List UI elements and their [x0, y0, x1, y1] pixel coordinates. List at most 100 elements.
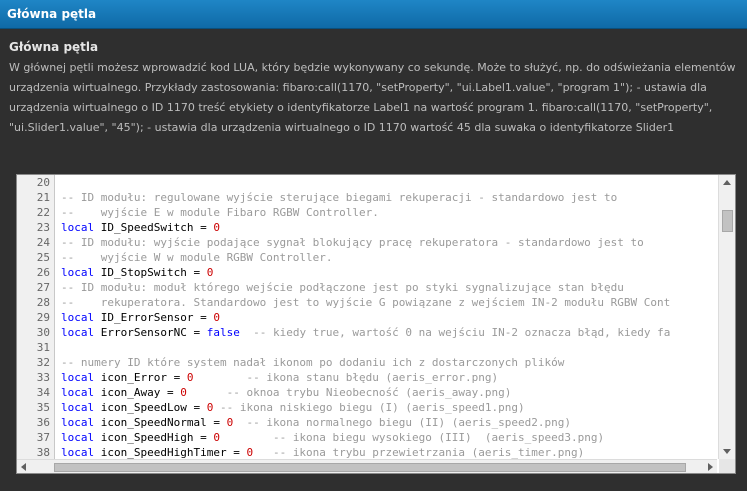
code-token: local [61, 371, 95, 384]
scrollbar-corner [719, 459, 735, 473]
line-number: 32 [36, 356, 50, 369]
code-token: local [61, 416, 95, 429]
code-token: ID_StopSwitch = [94, 266, 207, 279]
code-token: -- rekuperatora. Standardowo jest to wyj… [61, 296, 671, 309]
section-heading: Główna pętla [9, 40, 99, 54]
line-number: 21 [36, 191, 50, 204]
code-token: 0 [213, 221, 220, 234]
code-text[interactable]: local ID_SpeedSwitch = 0 [61, 220, 220, 235]
line-number: 25 [36, 251, 50, 264]
code-token: icon_SpeedHigh = [94, 431, 214, 444]
code-text[interactable]: local icon_SpeedHighTimer = 0 -- ikona t… [61, 445, 584, 459]
code-token: -- ikona trybu przewietrzania (aeris_tim… [253, 446, 585, 459]
scroll-right-arrow-icon[interactable] [708, 463, 713, 471]
code-line[interactable]: 34 local icon_Away = 0 -- oknoa trybu Nie… [17, 385, 717, 400]
line-number: 23 [36, 221, 50, 234]
code-line[interactable]: 35 local icon_SpeedLow = 0 -- ikona niski… [17, 400, 717, 415]
code-token: icon_Error = [94, 371, 187, 384]
line-number: 29 [36, 311, 50, 324]
code-line[interactable]: 30 local ErrorSensorNC = false -- kiedy t… [17, 325, 717, 340]
line-number: 30 [36, 326, 50, 339]
vertical-scrollbar[interactable] [718, 175, 735, 459]
code-text[interactable]: -- ID modułu: regulowane wyjście sterują… [61, 190, 617, 205]
code-text[interactable]: -- wyjście E w module Fibaro RGBW Contro… [61, 205, 379, 220]
code-token: -- wyjście E w module Fibaro RGBW Contro… [61, 206, 379, 219]
code-text[interactable]: local icon_SpeedLow = 0 -- ikona niskieg… [61, 400, 525, 415]
code-text[interactable]: local ID_ErrorSensor = 0 [61, 310, 220, 325]
scroll-down-arrow-icon[interactable] [723, 449, 731, 454]
code-text[interactable]: local ErrorSensorNC = false -- kiedy tru… [61, 325, 670, 340]
line-number: 28 [36, 296, 50, 309]
code-line[interactable]: 20 [17, 175, 717, 190]
code-token: local [61, 311, 95, 324]
line-number: 24 [36, 236, 50, 249]
code-line[interactable]: 22 -- wyjście E w module Fibaro RGBW Cont… [17, 205, 717, 220]
vertical-scroll-thumb[interactable] [722, 210, 733, 232]
code-token: ErrorSensorNC = [94, 326, 207, 339]
code-token: -- ID modułu: wyjście podające sygnał bl… [61, 236, 644, 249]
code-text[interactable]: -- ID modułu: wyjście podające sygnał bl… [61, 235, 644, 250]
code-text[interactable]: local icon_Error = 0 -- ikona stanu błęd… [61, 370, 498, 385]
code-line[interactable]: 31 [17, 340, 717, 355]
code-text[interactable]: -- ID modułu: moduł którego wejście podł… [61, 280, 624, 295]
line-number: 27 [36, 281, 50, 294]
code-token: 0 [213, 431, 220, 444]
line-number: 26 [36, 266, 50, 279]
code-token: icon_SpeedNormal = [94, 416, 227, 429]
code-token: ID_ErrorSensor = [94, 311, 214, 324]
code-token: 0 [180, 386, 187, 399]
line-number: 31 [36, 341, 50, 354]
code-line[interactable]: 28 -- rekuperatora. Standardowo jest to w… [17, 295, 717, 310]
scroll-up-arrow-icon[interactable] [723, 180, 731, 185]
code-token: -- ikona biegu wysokiego (III) (aeris_sp… [219, 431, 605, 444]
code-token: icon_SpeedHighTimer = [94, 446, 247, 459]
code-token: local [61, 446, 95, 459]
code-token: local [61, 221, 95, 234]
code-token: -- ikona stanu błędu (aeris_error.png) [193, 371, 499, 384]
code-token: -- oknoa trybu Nieobecność (aeris_away.p… [186, 386, 512, 399]
line-number: 38 [36, 446, 50, 459]
line-number: 37 [36, 431, 50, 444]
code-line[interactable]: 36 local icon_SpeedNormal = 0 -- ikona no… [17, 415, 717, 430]
code-line[interactable]: 38 local icon_SpeedHighTimer = 0 -- ikona… [17, 445, 717, 459]
code-text[interactable]: -- numery ID które system nadał ikonom p… [61, 355, 564, 370]
code-token: local [61, 266, 95, 279]
section-description: W głównej pętli możesz wprowadzić kod LU… [9, 61, 736, 134]
code-token: false [206, 326, 240, 339]
window-title: Główna pętla [7, 7, 97, 21]
horizontal-scrollbar[interactable] [17, 459, 717, 473]
code-text[interactable]: -- wyjście W w module RGBW Controller. [61, 250, 333, 265]
code-text[interactable]: -- rekuperatora. Standardowo jest to wyj… [61, 295, 670, 310]
scroll-left-arrow-icon[interactable] [21, 463, 26, 471]
code-token: icon_Away = [94, 386, 181, 399]
code-lines[interactable]: 20 21 -- ID modułu: regulowane wyjście ste… [17, 175, 717, 459]
code-line[interactable]: 24 -- ID modułu: wyjście podające sygnał … [17, 235, 717, 250]
code-token: -- kiedy true, wartość 0 na wejściu IN-2… [239, 326, 671, 339]
code-line[interactable]: 27 -- ID modułu: moduł którego wejście po… [17, 280, 717, 295]
code-line[interactable]: 29 local ID_ErrorSensor = 0 [17, 310, 717, 325]
code-token: -- ID modułu: moduł którego wejście podł… [61, 281, 624, 294]
code-token: -- numery ID które system nadał ikonom p… [61, 356, 565, 369]
line-number: 35 [36, 401, 50, 414]
code-line[interactable]: 32 -- numery ID które system nadał ikonom… [17, 355, 717, 370]
code-line[interactable]: 21 -- ID modułu: regulowane wyjście steru… [17, 190, 717, 205]
code-line[interactable]: 33 local icon_Error = 0 -- ikona stanu bł… [17, 370, 717, 385]
code-token: -- ID modułu: regulowane wyjście sterują… [61, 191, 618, 204]
code-text[interactable]: local icon_SpeedNormal = 0 -- ikona norm… [61, 415, 571, 430]
lua-code-editor[interactable]: 20 21 -- ID modułu: regulowane wyjście ste… [16, 174, 736, 474]
line-number: 33 [36, 371, 50, 384]
code-text[interactable]: local ID_StopSwitch = 0 [61, 265, 213, 280]
code-token: -- wyjście W w module RGBW Controller. [61, 251, 333, 264]
code-line[interactable]: 37 local icon_SpeedHigh = 0 -- ikona bieg… [17, 430, 717, 445]
code-token: local [61, 431, 95, 444]
code-line[interactable]: 25 -- wyjście W w module RGBW Controller. [17, 250, 717, 265]
code-token: ID_SpeedSwitch = [94, 221, 214, 234]
code-text[interactable]: local icon_Away = 0 -- oknoa trybu Nieob… [61, 385, 511, 400]
code-token: -- ikona niskiego biegu (I) (aeris_speed… [213, 401, 525, 414]
code-line[interactable]: 23 local ID_SpeedSwitch = 0 [17, 220, 717, 235]
code-line[interactable]: 26 local ID_StopSwitch = 0 [17, 265, 717, 280]
code-text[interactable]: local icon_SpeedHigh = 0 -- ikona biegu … [61, 430, 604, 445]
horizontal-scroll-thumb[interactable] [54, 463, 686, 472]
line-number: 22 [36, 206, 50, 219]
code-token: 0 [206, 266, 214, 279]
